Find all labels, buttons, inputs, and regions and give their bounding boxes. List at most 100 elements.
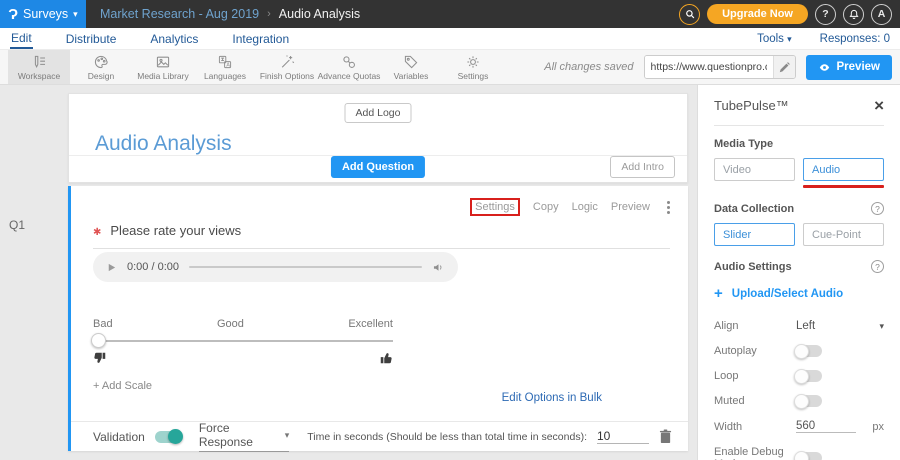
- breadcrumb-separator: ›: [267, 8, 271, 20]
- data-collection-slider-button[interactable]: Slider: [714, 223, 795, 246]
- validation-label: Validation: [93, 430, 145, 444]
- question-index-label: Q1: [9, 218, 25, 232]
- time-in-seconds-input[interactable]: [597, 429, 649, 444]
- muted-toggle[interactable]: [796, 395, 822, 407]
- slider-track[interactable]: [93, 333, 393, 349]
- notifications-button[interactable]: [843, 4, 864, 25]
- align-select[interactable]: Left ▾: [796, 320, 884, 332]
- add-scale-link[interactable]: + Add Scale: [93, 380, 152, 392]
- toolbar-item-advance-quotas[interactable]: Advance Quotas: [318, 50, 380, 84]
- toolbar-item-finish-options[interactable]: Finish Options: [256, 50, 318, 84]
- question-actions: Settings Copy Logic Preview: [470, 198, 674, 216]
- questionpro-survey-editor: Ɂ Surveys ▾ Market Research - Aug 2019 ›…: [0, 0, 900, 460]
- toolbar-item-languages[interactable]: A Languages: [194, 50, 256, 84]
- kebab-menu-icon[interactable]: [663, 199, 674, 216]
- magic-wand-icon: [279, 54, 295, 70]
- tubepulse-panel: TubePulse™ × Media Type Video Audio Data…: [697, 85, 900, 460]
- media-type-label: Media Type: [714, 138, 773, 150]
- question-card: Settings Copy Logic Preview ✱ Please rat…: [68, 186, 688, 451]
- main-nav: Edit Distribute Analytics Integration To…: [0, 28, 900, 49]
- tools-dropdown[interactable]: Tools ▾: [757, 33, 792, 45]
- upgrade-now-button[interactable]: Upgrade Now: [707, 4, 808, 24]
- tab-distribute[interactable]: Distribute: [65, 30, 118, 48]
- autoplay-label: Autoplay: [714, 345, 796, 357]
- toolbar-item-workspace[interactable]: Workspace: [8, 50, 70, 84]
- breadcrumb-project[interactable]: Market Research - Aug 2019: [100, 7, 259, 21]
- survey-url-input[interactable]: [645, 56, 773, 78]
- scale-label-excellent[interactable]: Excellent: [348, 318, 393, 330]
- responses-count[interactable]: Responses: 0: [820, 33, 890, 45]
- width-input[interactable]: [796, 420, 856, 433]
- help-button[interactable]: ?: [815, 4, 836, 25]
- top-bar-controls: Upgrade Now ? A: [679, 4, 900, 25]
- align-value: Left: [796, 320, 815, 332]
- scale-label-bad[interactable]: Bad: [93, 318, 113, 330]
- question-text[interactable]: Please rate your views: [110, 223, 241, 238]
- survey-title[interactable]: Audio Analysis: [95, 132, 232, 156]
- preview-button[interactable]: Preview: [806, 55, 892, 80]
- autoplay-row: Autoplay: [714, 345, 884, 357]
- edit-url-button[interactable]: [773, 56, 795, 78]
- audio-player: 0:00 / 0:00: [93, 252, 458, 282]
- workspace-icon: [31, 54, 47, 70]
- save-status: All changes saved: [544, 61, 633, 73]
- debug-mode-row: Enable Debug Mode: [714, 446, 884, 460]
- media-type-video-button[interactable]: Video: [714, 158, 795, 181]
- speaker-icon[interactable]: [432, 261, 445, 274]
- close-icon[interactable]: ×: [874, 97, 884, 114]
- play-icon[interactable]: [106, 262, 117, 273]
- gear-icon: [465, 54, 481, 70]
- debug-mode-toggle[interactable]: [796, 452, 822, 460]
- tab-analytics[interactable]: Analytics: [149, 30, 199, 48]
- add-question-button[interactable]: Add Question: [331, 156, 425, 178]
- data-collection-cue-point-button[interactable]: Cue-Point: [803, 223, 884, 246]
- edit-options-in-bulk-link[interactable]: Edit Options in Bulk: [502, 392, 602, 404]
- translate-icon: A: [217, 54, 233, 70]
- data-collection-options: Slider Cue-Point: [714, 223, 884, 246]
- toolbar-item-media-library[interactable]: Media Library: [132, 50, 194, 84]
- loop-toggle[interactable]: [796, 370, 822, 382]
- search-button[interactable]: [679, 4, 700, 25]
- survey-card: Add Logo Audio Analysis Add Question Add…: [68, 93, 688, 451]
- palette-icon: [93, 54, 109, 70]
- tab-edit[interactable]: Edit: [10, 29, 33, 49]
- audio-progress-bar[interactable]: [189, 266, 422, 268]
- help-icon[interactable]: ?: [871, 260, 884, 273]
- questionpro-logo-icon: Ɂ: [8, 6, 18, 23]
- svg-text:A: A: [226, 62, 230, 68]
- tab-integration[interactable]: Integration: [231, 30, 290, 48]
- survey-header: Add Logo Audio Analysis Add Question Add…: [68, 93, 688, 183]
- slider-handle[interactable]: [91, 333, 106, 348]
- validation-toggle[interactable]: [155, 431, 181, 443]
- question-logic-link[interactable]: Logic: [572, 201, 598, 213]
- validation-row: Validation Force Response ▾ Time in seco…: [71, 421, 688, 451]
- scale-label-good[interactable]: Good: [217, 318, 244, 330]
- surveys-menu[interactable]: Ɂ Surveys ▾: [0, 0, 86, 28]
- chevron-down-icon: ▾: [879, 321, 884, 332]
- delete-question-button[interactable]: [659, 429, 672, 444]
- muted-row: Muted: [714, 395, 884, 407]
- add-logo-button[interactable]: Add Logo: [345, 103, 412, 123]
- media-type-options: Video Audio: [714, 158, 884, 188]
- question-copy-link[interactable]: Copy: [533, 201, 559, 213]
- add-intro-button[interactable]: Add Intro: [610, 156, 675, 178]
- width-label: Width: [714, 421, 796, 433]
- toolbar-item-design[interactable]: Design: [70, 50, 132, 84]
- toolbar-item-settings[interactable]: Settings: [442, 50, 504, 84]
- upload-select-audio-link[interactable]: + Upload/Select Audio: [714, 285, 884, 302]
- plus-icon: +: [714, 285, 723, 302]
- image-icon: [155, 54, 171, 70]
- avatar[interactable]: A: [871, 4, 892, 25]
- media-type-audio-button[interactable]: Audio: [803, 158, 884, 181]
- question-settings-link[interactable]: Settings: [470, 198, 520, 216]
- rating-scale: Bad Good Excellent: [93, 318, 393, 365]
- chevron-down-icon: ▾: [285, 430, 290, 441]
- help-icon[interactable]: ?: [871, 202, 884, 215]
- width-row: Width px: [714, 420, 884, 433]
- audio-time: 0:00 / 0:00: [127, 261, 179, 273]
- editor-toolbar: Workspace Design Media Library A Languag…: [0, 49, 900, 85]
- toolbar-item-variables[interactable]: Variables: [380, 50, 442, 84]
- autoplay-toggle[interactable]: [796, 345, 822, 357]
- question-preview-link[interactable]: Preview: [611, 201, 650, 213]
- force-response-dropdown[interactable]: Force Response ▾: [199, 421, 289, 452]
